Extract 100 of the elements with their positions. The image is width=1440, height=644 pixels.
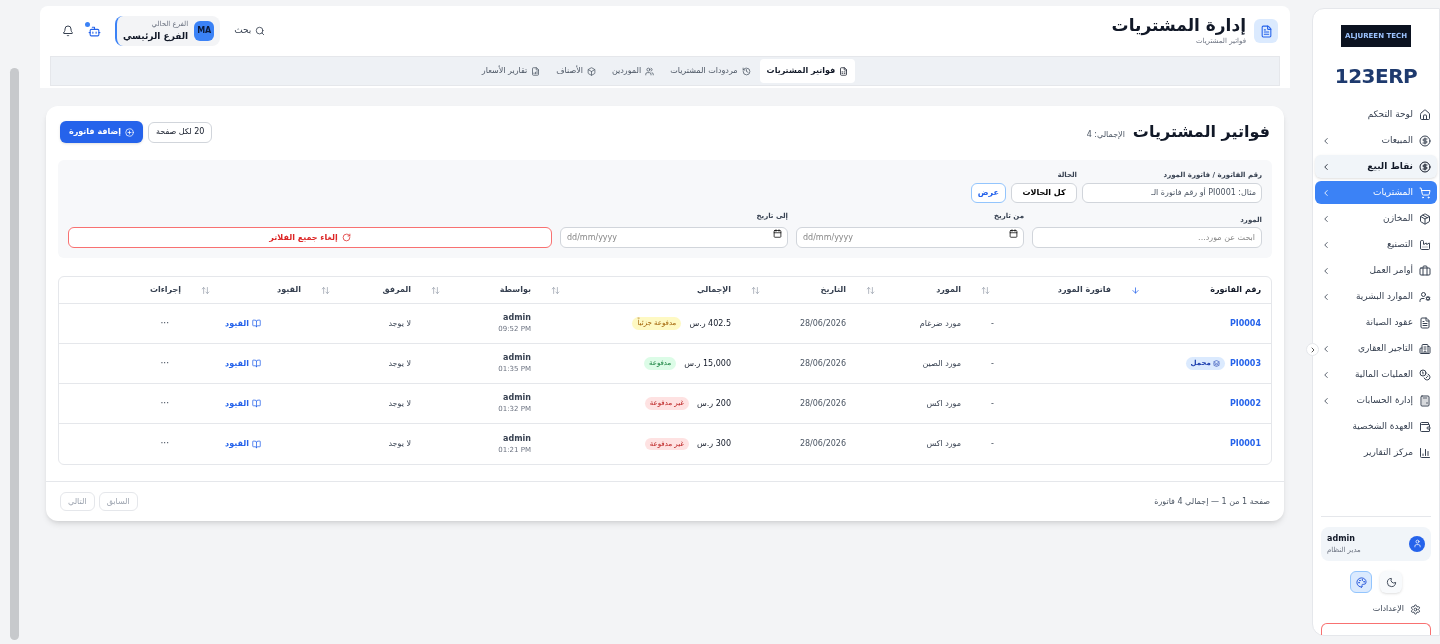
- calendar-icon[interactable]: [773, 229, 782, 238]
- sort-icon[interactable]: [431, 285, 440, 295]
- invoice-search-field[interactable]: مثال: PI0001 أو رقم فاتورة الـ: [1082, 182, 1262, 203]
- table-cell: -: [991, 438, 994, 450]
- sidebar-item[interactable]: أوامر العمل: [1315, 259, 1437, 282]
- calculator-icon: [1419, 394, 1431, 407]
- invoice-link[interactable]: PI0002: [1229, 397, 1261, 410]
- more-button[interactable]: ···: [160, 316, 169, 331]
- more-button[interactable]: ···: [160, 356, 169, 371]
- sort-icon[interactable]: [321, 285, 330, 295]
- sidebar-item-label: عقود الصيانة: [1364, 315, 1413, 329]
- dark-mode-button[interactable]: [1380, 571, 1402, 593]
- amount: 15,000 ر.س: [684, 357, 731, 370]
- show-button[interactable]: عرض: [970, 182, 1006, 203]
- table-cell: 28/06/2026: [799, 397, 846, 410]
- sidebar-item[interactable]: العهدة الشخصية: [1315, 415, 1437, 438]
- document-icon: [839, 66, 849, 76]
- notification-icon[interactable]: [62, 25, 74, 37]
- cart-icon: [1419, 186, 1431, 199]
- chevron-icon: [1321, 161, 1331, 172]
- chevron-icon: [1321, 343, 1331, 354]
- column-header: القيود: [277, 284, 301, 296]
- sidebar-item[interactable]: التصنيع: [1315, 233, 1437, 256]
- sidebar-item[interactable]: نقاط البيع: [1315, 155, 1437, 178]
- clear-filters-button[interactable]: إلغاء جميع الفلاتر: [68, 227, 552, 248]
- table-cell: مورد ضرغام: [919, 317, 961, 330]
- search-button[interactable]: بحث: [234, 24, 266, 38]
- user-gear-icon: [1419, 290, 1431, 303]
- logout-button[interactable]: [1321, 623, 1431, 635]
- tab[interactable]: الموردين: [605, 59, 662, 83]
- tab[interactable]: تقارير الأسعار: [474, 59, 548, 83]
- chevron-icon: [1321, 395, 1331, 406]
- coins-icon: [1419, 368, 1431, 381]
- sidebar-item[interactable]: العمليات المالية: [1315, 363, 1437, 386]
- sidebar-item-label: المخازن: [1382, 211, 1413, 225]
- entries-link[interactable]: القيود: [225, 438, 261, 450]
- sidebar-item-label: المشتريات: [1372, 185, 1413, 199]
- invoice-link[interactable]: PI0001: [1229, 438, 1261, 450]
- robot-icon[interactable]: [88, 24, 101, 38]
- entries-link[interactable]: القيود: [225, 357, 261, 370]
- users-icon: [645, 66, 655, 76]
- sort-icon[interactable]: [201, 285, 210, 295]
- sidebar-item[interactable]: التاجير العقاري: [1315, 337, 1437, 360]
- more-button[interactable]: ···: [160, 396, 169, 411]
- entries-link[interactable]: القيود: [225, 317, 261, 330]
- date-field[interactable]: dd/mm/yyyy: [796, 227, 1024, 248]
- chevron-icon: [1321, 187, 1331, 198]
- chevron-icon: [1321, 291, 1331, 302]
- wallet-icon: [1419, 420, 1431, 433]
- sort-icon[interactable]: [866, 285, 875, 295]
- book-icon: [252, 359, 261, 368]
- moon-icon: [1385, 576, 1397, 588]
- sidebar-item-label: نقاط البيع: [1366, 159, 1413, 174]
- sort-icon[interactable]: [751, 285, 760, 295]
- dollar-icon: [1419, 134, 1431, 147]
- tab[interactable]: مردودات المشتريات: [663, 59, 758, 83]
- page-title: إدارة المشتريات: [1111, 15, 1246, 37]
- status-select[interactable]: كل الحالات: [1011, 182, 1077, 203]
- dollar-icon: [1419, 160, 1431, 173]
- theme-button[interactable]: [1350, 571, 1372, 593]
- column-header: المورد: [936, 284, 961, 296]
- branch-name: الفرع الرئيسي: [123, 29, 189, 43]
- sidebar-item[interactable]: إدارة الحسابات: [1315, 389, 1437, 412]
- sidebar-item[interactable]: لوحة التحكم: [1315, 103, 1437, 126]
- bar-chart-icon: [1419, 446, 1431, 459]
- column-header: التاريخ: [820, 284, 846, 296]
- sidebar-item[interactable]: المشتريات: [1315, 181, 1437, 204]
- document-icon: [1254, 19, 1278, 43]
- box-icon: [587, 66, 596, 76]
- entries-link[interactable]: القيود: [225, 397, 261, 410]
- table-cell: لا يوجد: [388, 357, 411, 370]
- sidebar-item[interactable]: مركز التقارير: [1315, 441, 1437, 464]
- sort-icon[interactable]: [981, 285, 990, 295]
- invoice-link[interactable]: PI0004: [1229, 317, 1261, 330]
- sort-icon[interactable]: [551, 285, 560, 295]
- sidebar-item-label: التصنيع: [1386, 237, 1413, 251]
- tab[interactable]: الأصناف: [549, 59, 603, 83]
- settings-link[interactable]: الإعدادات: [1362, 603, 1431, 615]
- tab[interactable]: فواتير المشتريات: [759, 59, 856, 83]
- scrollbar[interactable]: [10, 68, 19, 640]
- sidebar-item[interactable]: المبيعات: [1315, 129, 1437, 152]
- sidebar-item[interactable]: عقود الصيانة: [1315, 311, 1437, 334]
- table-cell: مورد الصين: [922, 357, 961, 370]
- sidebar-item[interactable]: المخازن: [1315, 207, 1437, 230]
- supplier-search-field[interactable]: ابحث عن مورد...: [1032, 227, 1262, 248]
- table-cell: مورد اكس: [926, 438, 961, 450]
- home-icon: [1419, 108, 1431, 121]
- invoice-link[interactable]: PI0003: [1229, 357, 1261, 370]
- per-page-select[interactable]: 20 لكل صفحة: [147, 121, 213, 143]
- calendar-icon[interactable]: [1009, 229, 1018, 238]
- date-field[interactable]: dd/mm/yyyy: [560, 227, 788, 248]
- column-header: رقم الفاتورة: [1210, 284, 1261, 296]
- collapse-button[interactable]: [1306, 343, 1319, 356]
- sidebar-item[interactable]: الموارد البشرية: [1315, 285, 1437, 308]
- column-header: الإجمالي: [697, 284, 731, 296]
- more-button[interactable]: ···: [160, 437, 169, 451]
- add-invoice-button[interactable]: إضافة فاتورة: [60, 121, 143, 143]
- search-icon: [255, 26, 266, 36]
- sort-down-icon[interactable]: [1131, 285, 1140, 295]
- chevron-icon: [1321, 213, 1331, 224]
